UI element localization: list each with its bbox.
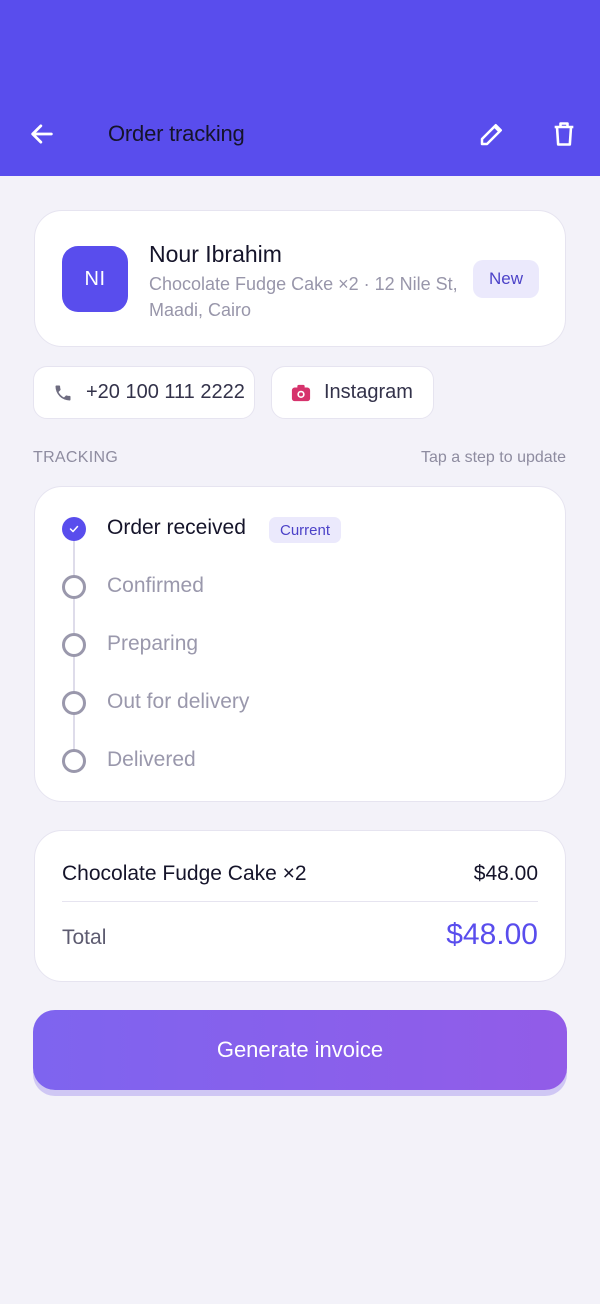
generate-invoice-button[interactable]: Generate invoice (33, 1010, 567, 1090)
phone-icon (52, 382, 74, 404)
app-bar: Order tracking (0, 0, 600, 176)
total-value: $48.00 (446, 918, 538, 951)
step-delivered[interactable]: Delivered (35, 735, 567, 785)
customer-name: Nour Ibrahim (149, 241, 282, 267)
check-icon (62, 517, 86, 541)
step-label: Preparing (107, 632, 199, 655)
step-out-for-delivery[interactable]: Out for delivery (35, 677, 567, 727)
line-item-price: $48.00 (473, 862, 538, 885)
step-label: Out for delivery (107, 690, 250, 713)
channel-label: Instagram (324, 381, 413, 403)
step-label: Delivered (107, 748, 196, 771)
tracking-hint: Tap a step to update (421, 449, 566, 466)
tracking-section-label: TRACKING (33, 449, 119, 466)
tracking-card: Order received Current Confirmed Prepari… (34, 486, 566, 802)
order-summary-card: Chocolate Fudge Cake ×2 $48.00 Total $48… (34, 830, 566, 982)
arrow-left-icon (31, 124, 53, 144)
avatar: NI (62, 246, 128, 312)
trash-icon (554, 122, 574, 146)
current-badge: Current (269, 517, 342, 543)
step-confirmed[interactable]: Confirmed (35, 561, 567, 611)
status-badge: New (473, 260, 539, 298)
pencil-icon (480, 124, 502, 146)
delete-button[interactable] (544, 114, 584, 154)
customer-order-address: Chocolate Fudge Cake ×2 · 12 Nile St, Ma… (149, 274, 458, 320)
step-label: Order received (107, 516, 246, 539)
line-item-name: Chocolate Fudge Cake ×2 (62, 862, 307, 885)
page-title: Order tracking (108, 121, 245, 146)
edit-button[interactable] (472, 114, 512, 154)
divider (62, 901, 538, 902)
empty-circle-icon (62, 691, 86, 715)
empty-circle-icon (62, 633, 86, 657)
customer-card[interactable]: NI Nour Ibrahim Chocolate Fudge Cake ×2 … (34, 210, 566, 347)
back-button[interactable] (22, 114, 62, 154)
total-label: Total (62, 926, 107, 949)
phone-chip[interactable]: +20 100 111 2222 (33, 366, 255, 419)
empty-circle-icon (62, 575, 86, 599)
step-preparing[interactable]: Preparing (35, 619, 567, 669)
step-label: Confirmed (107, 574, 204, 597)
step-order-received[interactable]: Order received Current (35, 503, 567, 553)
empty-circle-icon (62, 749, 86, 773)
phone-number: +20 100 111 2222 (86, 381, 245, 403)
instagram-chip[interactable]: Instagram (271, 366, 434, 419)
instagram-camera-icon (290, 382, 312, 404)
